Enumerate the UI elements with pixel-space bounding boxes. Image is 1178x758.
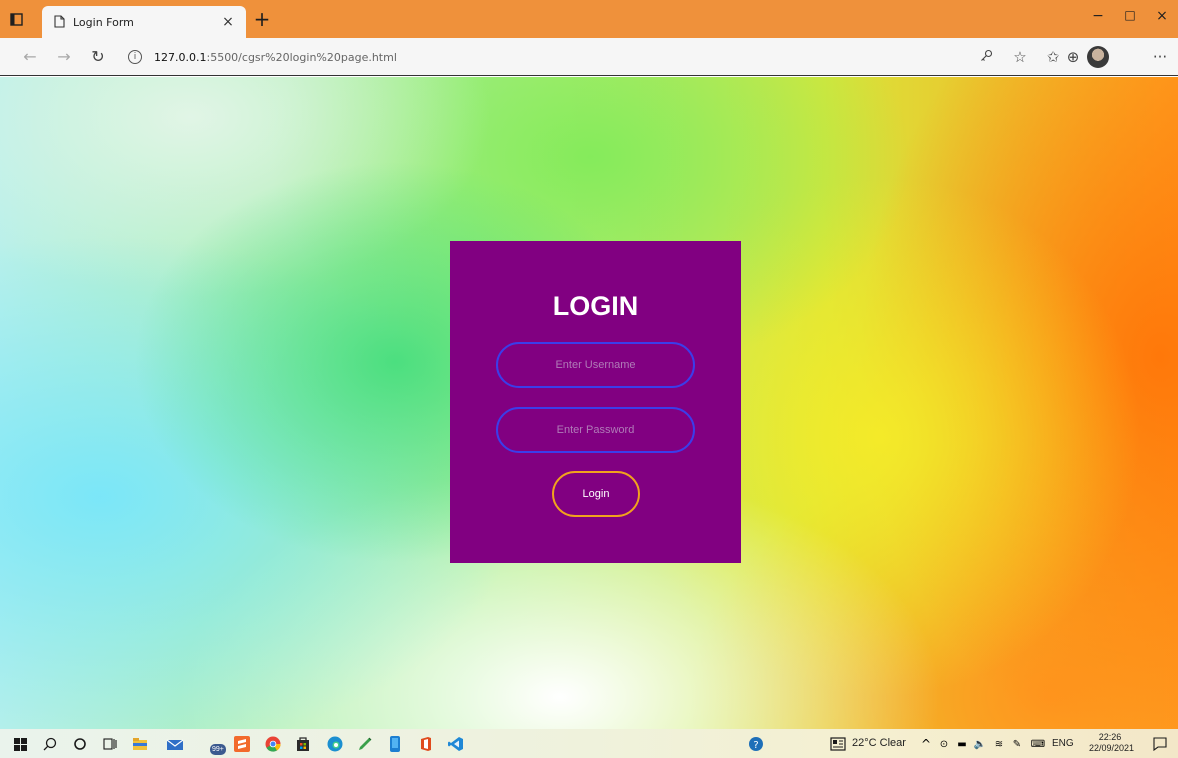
location-icon[interactable]: ⊙ xyxy=(934,734,954,754)
collections-icon[interactable]: ⊕ xyxy=(1063,48,1083,66)
clock[interactable]: 22:26 22/09/2021 xyxy=(1089,732,1135,754)
url-path: :5500/cgsr%20login%20page.html xyxy=(206,50,397,64)
volume-icon[interactable]: 🔈 xyxy=(970,734,990,754)
login-title: LOGIN xyxy=(552,291,639,321)
weather-text[interactable]: 22°C Clear xyxy=(852,737,906,749)
tab-actions-icon[interactable] xyxy=(8,11,24,27)
clock-date: 22/09/2021 xyxy=(1089,743,1135,753)
browser-tab[interactable]: Login Form × xyxy=(42,6,246,38)
password-input[interactable] xyxy=(496,407,695,453)
help-icon[interactable]: ? xyxy=(746,734,766,754)
phone-app-icon[interactable] xyxy=(385,734,405,754)
keyboard-icon[interactable]: ⌨ xyxy=(1028,734,1048,754)
profile-avatar[interactable] xyxy=(1087,46,1109,68)
key-icon[interactable] xyxy=(976,48,996,66)
browser-tab-bar: Login Form × + − □ × xyxy=(0,0,1178,38)
forward-arrow-icon[interactable]: → xyxy=(54,47,74,66)
meet-now-icon[interactable]: ▬ xyxy=(952,734,972,754)
task-view-icon[interactable] xyxy=(100,734,120,754)
pen-app-icon[interactable] xyxy=(355,734,375,754)
mail-icon[interactable] xyxy=(165,734,185,754)
language-indicator[interactable]: ENG xyxy=(1052,738,1074,749)
wifi-icon[interactable]: ≋ xyxy=(989,734,1009,754)
page-icon xyxy=(54,13,65,32)
tab-close-icon[interactable]: × xyxy=(220,14,236,30)
vscode-icon[interactable] xyxy=(446,734,466,754)
username-input[interactable] xyxy=(496,342,695,388)
close-window-button[interactable]: × xyxy=(1152,8,1172,24)
pen-tray-icon[interactable]: ✎ xyxy=(1007,734,1027,754)
store-icon[interactable] xyxy=(293,734,313,754)
page-viewport: LOGIN Login xyxy=(0,77,1178,729)
notification-icon[interactable] xyxy=(1150,734,1170,754)
url-host: 127.0.0.1 xyxy=(154,50,207,64)
chrome-icon[interactable] xyxy=(263,734,283,754)
clock-time: 22:26 xyxy=(1098,732,1122,742)
more-options-icon[interactable]: ··· xyxy=(1150,48,1170,66)
cortana-icon[interactable] xyxy=(70,734,90,754)
sublime-icon[interactable] xyxy=(232,734,252,754)
minimize-button[interactable]: − xyxy=(1088,8,1108,24)
maximize-button[interactable]: □ xyxy=(1120,8,1140,22)
search-icon[interactable] xyxy=(40,734,60,754)
office-icon[interactable] xyxy=(416,734,436,754)
svg-text:?: ? xyxy=(753,740,758,751)
edge-icon[interactable] xyxy=(325,734,345,754)
back-arrow-icon[interactable]: ← xyxy=(20,47,40,66)
file-explorer-icon[interactable] xyxy=(130,734,150,754)
site-info-icon[interactable]: i xyxy=(128,50,142,64)
favorites-list-icon[interactable]: ✩ xyxy=(1043,48,1063,66)
windows-taskbar: 99+ ? 22°C Clear ^ ⊙ ▬ 🔈 ≋ ✎ ⌨ ENG 22:26… xyxy=(0,729,1178,758)
favorites-star-icon[interactable]: ☆ xyxy=(1010,48,1030,66)
login-card: LOGIN Login xyxy=(450,241,741,563)
chevron-up-icon[interactable]: ^ xyxy=(916,734,936,754)
refresh-icon[interactable]: ↻ xyxy=(88,47,108,66)
browser-toolbar: ← → ↻ i 127.0.0.1:5500/cgsr%20login%20pa… xyxy=(0,38,1178,76)
weather-widget-icon[interactable] xyxy=(828,734,848,754)
new-tab-button[interactable]: + xyxy=(252,7,272,31)
windows-start-icon[interactable] xyxy=(10,734,30,754)
mail-badge: 99+ xyxy=(210,744,226,755)
tab-title: Login Form xyxy=(73,15,134,29)
address-bar[interactable]: i 127.0.0.1:5500/cgsr%20login%20page.htm… xyxy=(128,44,968,70)
login-button[interactable]: Login xyxy=(552,471,640,517)
